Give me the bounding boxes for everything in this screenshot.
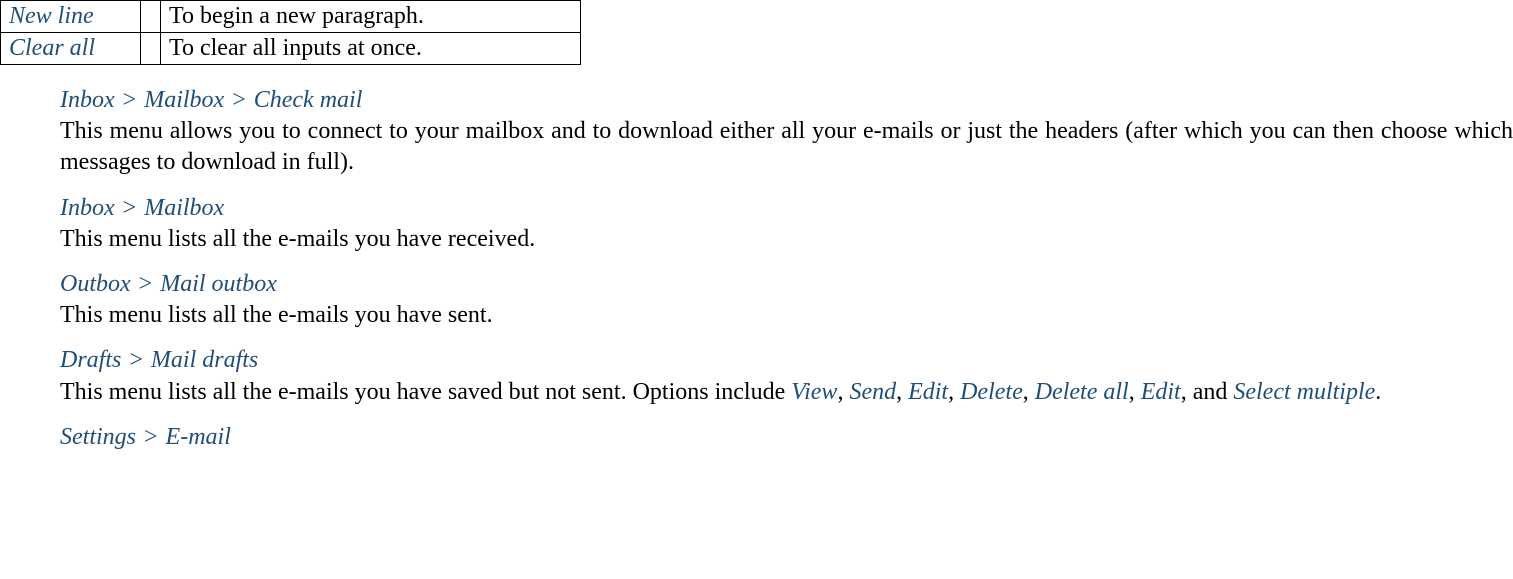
section-drafts: Drafts > Mail drafts This menu lists all… [60, 345, 1513, 407]
breadcrumb: Outbox > Mail outbox [60, 269, 1513, 300]
breadcrumb-item: Drafts [60, 347, 121, 373]
section-inbox-check-mail: Inbox > Mailbox > Check mail This menu a… [60, 85, 1513, 179]
breadcrumb-item: Mailbox [144, 195, 224, 221]
option-select-multiple: Select multiple [1233, 379, 1375, 405]
description-text: This menu lists all the e-mails you have… [60, 302, 493, 328]
breadcrumb-separator: > [123, 87, 137, 113]
section-description: This menu allows you to connect to your … [60, 116, 1513, 178]
breadcrumb-separator: > [139, 271, 153, 297]
breadcrumb-separator: > [129, 347, 143, 373]
table-row: Clear all To clear all inputs at once. [1, 33, 581, 65]
description-text: , [896, 379, 908, 405]
breadcrumb-item: Inbox [60, 195, 115, 221]
section-settings-email: Settings > E-mail [60, 422, 1513, 453]
description-text: , [1129, 379, 1141, 405]
breadcrumb-item: Mailbox [144, 87, 224, 113]
section-description: This menu lists all the e-mails you have… [60, 224, 1513, 255]
description-text: , [837, 379, 849, 405]
command-table: New line To begin a new paragraph. Clear… [0, 0, 581, 65]
breadcrumb-item: Mail drafts [151, 347, 258, 373]
breadcrumb-separator: > [232, 87, 246, 113]
breadcrumb-separator: > [123, 195, 137, 221]
description-cell: To clear all inputs at once. [161, 33, 581, 65]
content-area: Inbox > Mailbox > Check mail This menu a… [0, 85, 1513, 453]
option-delete: Delete [960, 379, 1023, 405]
breadcrumb: Inbox > Mailbox > Check mail [60, 85, 1513, 116]
description-cell: To begin a new paragraph. [161, 1, 581, 33]
description-text: This menu allows you to connect to your … [60, 118, 1513, 175]
breadcrumb-separator: > [144, 424, 158, 450]
command-cell: Clear all [1, 33, 141, 65]
option-view: View [791, 379, 837, 405]
spacer-cell [141, 33, 161, 65]
breadcrumb-item: E-mail [166, 424, 231, 450]
spacer-cell [141, 1, 161, 33]
description-text: , [1023, 379, 1035, 405]
breadcrumb: Settings > E-mail [60, 422, 1513, 453]
breadcrumb-item: Inbox [60, 87, 115, 113]
option-edit: Edit [908, 379, 948, 405]
description-text: This menu lists all the e-mails you have… [60, 226, 535, 252]
breadcrumb-item: Settings [60, 424, 136, 450]
table-row: New line To begin a new paragraph. [1, 1, 581, 33]
description-text: . [1375, 379, 1381, 405]
breadcrumb-item: Outbox [60, 271, 131, 297]
section-inbox-mailbox: Inbox > Mailbox This menu lists all the … [60, 193, 1513, 255]
breadcrumb: Inbox > Mailbox [60, 193, 1513, 224]
breadcrumb-item: Mail outbox [160, 271, 277, 297]
command-table-body: New line To begin a new paragraph. Clear… [1, 1, 581, 65]
section-outbox: Outbox > Mail outbox This menu lists all… [60, 269, 1513, 331]
description-text: , [948, 379, 960, 405]
breadcrumb-item: Check mail [254, 87, 363, 113]
description-text: This menu lists all the e-mails you have… [60, 379, 791, 405]
description-text: , and [1181, 379, 1234, 405]
breadcrumb: Drafts > Mail drafts [60, 345, 1513, 376]
option-edit-2: Edit [1141, 379, 1181, 405]
command-cell: New line [1, 1, 141, 33]
section-description: This menu lists all the e-mails you have… [60, 377, 1513, 408]
option-send: Send [849, 379, 896, 405]
option-delete-all: Delete all [1035, 379, 1129, 405]
section-description: This menu lists all the e-mails you have… [60, 300, 1513, 331]
